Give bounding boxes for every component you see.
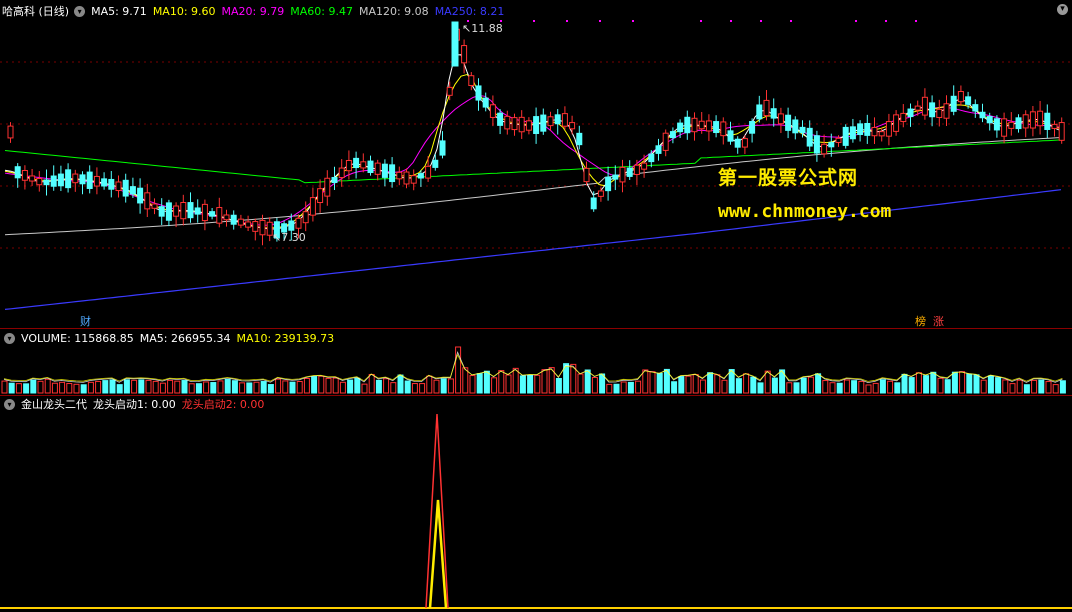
svg-text:↖7.30: ↖7.30 [272,231,306,244]
watermark-site-name: 第一股票公式网 [718,167,859,189]
indicator-panel[interactable]: ▾ 金山龙头二代 龙头启动1: 0.00 龙头启动2: 0.00 [0,396,1072,612]
event-tag-list[interactable]: 榜 [915,313,926,329]
event-tag-finance[interactable]: 财 [80,313,91,329]
volume-panel[interactable]: ▾ VOLUME: 115868.85 MA5: 266955.34 MA10:… [0,329,1072,395]
svg-text:↖11.88: ↖11.88 [462,22,503,35]
main-chart-panel[interactable]: 哈高科 (日线) ▾ MA5: 9.71 MA10: 9.60 MA20: 9.… [0,0,1072,328]
indicator-chart[interactable] [0,396,1072,612]
candlestick-chart[interactable]: ↖11.88 ↖7.30 [0,0,1072,328]
watermark-url: www.chnmoney.com [718,201,892,222]
volume-chart[interactable] [0,329,1072,395]
event-tag-limit-up[interactable]: 涨 [933,313,944,329]
